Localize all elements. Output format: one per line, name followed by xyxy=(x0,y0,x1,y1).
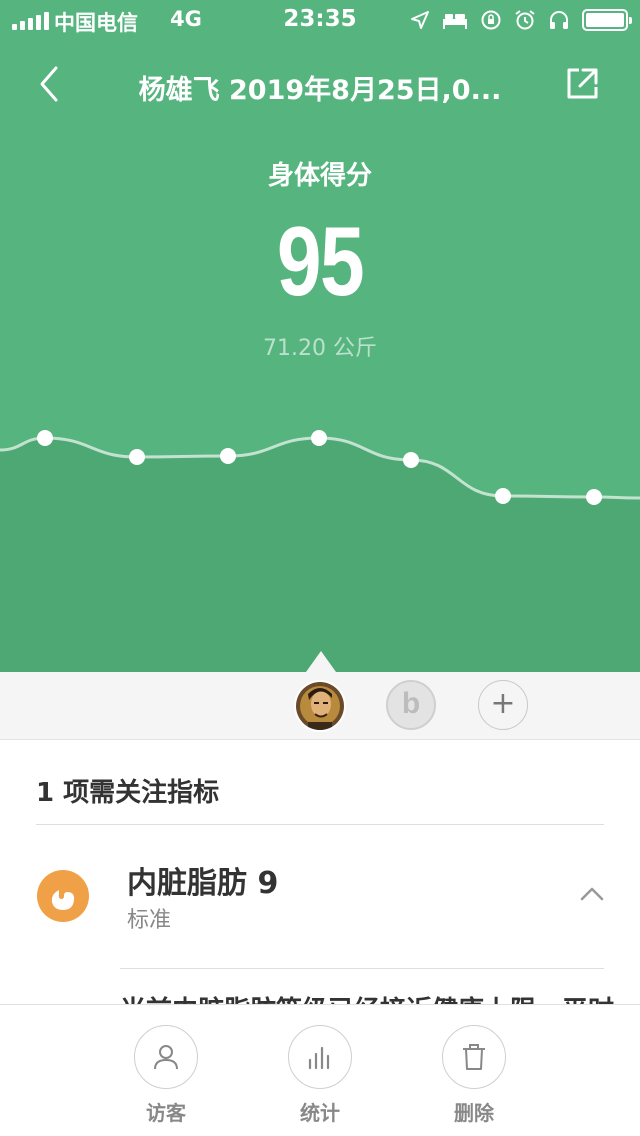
score-label: 身体得分 xyxy=(267,161,372,191)
statistics-label: 统计 xyxy=(300,1101,340,1125)
battery-icon xyxy=(582,9,632,31)
chart-point[interactable] xyxy=(586,489,602,505)
attention-title: 1 项需关注指标 xyxy=(36,778,220,808)
delete-button[interactable]: 删除 xyxy=(429,1025,519,1126)
location-arrow-icon xyxy=(411,11,429,29)
share-external-icon[interactable] xyxy=(564,66,600,102)
page-title: 杨雄飞 2019年8月25日,0... xyxy=(138,75,502,106)
visitor-button[interactable]: 访客 xyxy=(121,1025,211,1126)
statistics-button[interactable]: 统计 xyxy=(275,1025,365,1126)
chevron-up-icon[interactable] xyxy=(578,883,606,903)
bottom-action-bar: 访客 统计 删除 xyxy=(0,1004,640,1136)
add-user-button[interactable]: + xyxy=(478,680,528,730)
chart-point[interactable] xyxy=(129,449,145,465)
alarm-icon xyxy=(515,10,535,30)
headphones-icon xyxy=(550,11,568,29)
chart-point[interactable] xyxy=(220,448,236,464)
trash-icon xyxy=(463,1044,485,1070)
hero-panel: 中国电信 4G 23:35 杨雄飞 2019年8月25日,0... 身体得分 9… xyxy=(0,0,640,672)
chart-area xyxy=(0,438,640,672)
rotation-lock-icon xyxy=(481,10,501,30)
person-icon xyxy=(154,1045,178,1070)
delete-label: 删除 xyxy=(454,1101,494,1125)
user-b-avatar[interactable]: b xyxy=(386,680,436,730)
metric-name: 内脏脂肪 9 xyxy=(127,866,279,901)
nav-bar: 杨雄飞 2019年8月25日,0... xyxy=(0,50,640,120)
stomach-icon xyxy=(37,870,89,922)
metric-status: 标准 xyxy=(127,908,172,933)
score-trend-chart[interactable] xyxy=(0,390,640,672)
bed-icon xyxy=(443,14,467,29)
body-score: 95 xyxy=(276,206,365,316)
visitor-label: 访客 xyxy=(146,1101,186,1125)
chart-point[interactable] xyxy=(403,452,419,468)
selected-user-pointer xyxy=(306,651,336,672)
chevron-left-icon[interactable] xyxy=(30,64,70,104)
bar-chart-icon xyxy=(308,1046,330,1070)
divider xyxy=(36,824,604,825)
chart-point[interactable] xyxy=(37,430,53,446)
divider xyxy=(120,968,604,969)
chart-point[interactable] xyxy=(311,430,327,446)
weight-value: 71.20 公斤 xyxy=(263,336,377,361)
status-bar: 中国电信 4G 23:35 xyxy=(0,0,640,40)
avatar[interactable] xyxy=(294,680,346,732)
chart-point[interactable] xyxy=(495,488,511,504)
